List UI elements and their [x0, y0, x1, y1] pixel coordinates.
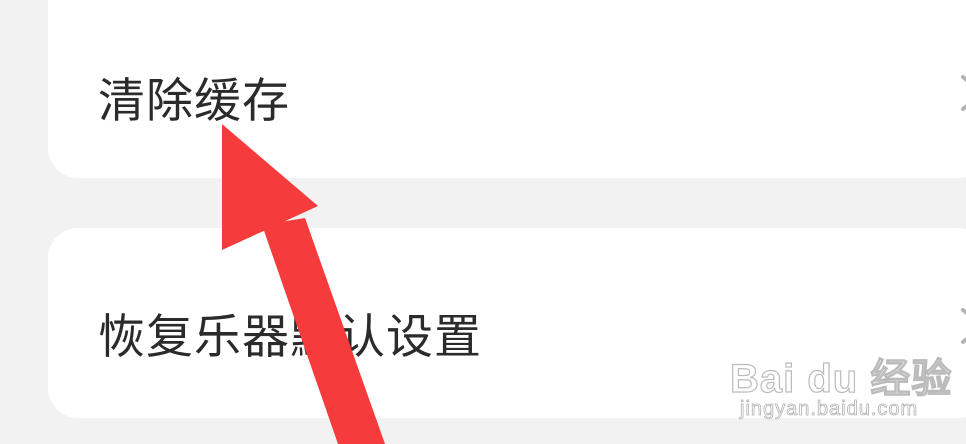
chevron-right-icon [961, 308, 966, 344]
settings-item-label: 恢复乐器默认设置 [98, 310, 482, 365]
chevron-right-icon [961, 75, 966, 111]
settings-screen: 清除缓存 恢复乐器默认设置 Bai du 经验 jingyan.baidu.co… [0, 0, 966, 444]
settings-item-clear-cache[interactable]: 清除缓存 [48, 0, 966, 178]
settings-item-label: 清除缓存 [98, 74, 290, 129]
settings-item-reset-instrument[interactable]: 恢复乐器默认设置 [48, 228, 966, 418]
